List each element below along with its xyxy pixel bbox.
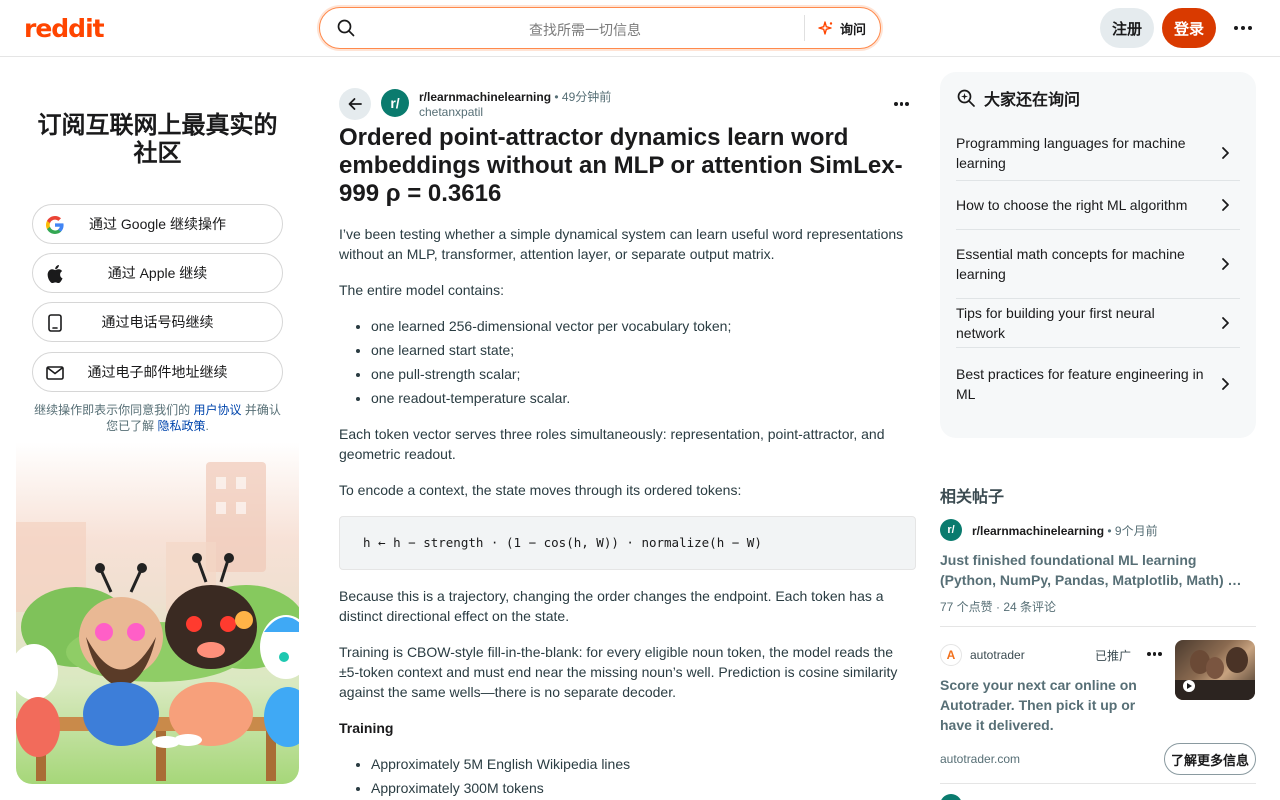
promoted-label: 已推广 <box>1095 649 1132 663</box>
post-author[interactable]: chetanxpatil <box>419 105 483 119</box>
related-post-time: • 9个月前 <box>1107 524 1158 538</box>
ask-question-item[interactable]: Best practices for feature engineering i… <box>956 348 1240 420</box>
related-subreddit-avatar[interactable] <box>940 794 962 800</box>
ask-button[interactable]: 询问 <box>818 19 866 38</box>
mail-icon <box>45 363 65 383</box>
related-post-title[interactable]: Just finished foundational ML learning (… <box>940 550 1250 590</box>
meta-separator: · <box>996 600 1001 614</box>
search-icon <box>337 19 355 37</box>
post-paragraph: I’ve been testing whether a simple dynam… <box>339 226 904 262</box>
sparkle-icon <box>818 20 833 35</box>
ad-advertiser[interactable]: autotrader <box>970 648 1025 662</box>
ask-question-text: Best practices for feature engineering i… <box>956 366 1204 402</box>
phone-continue-label: 通过电话号码继续 <box>101 314 214 330</box>
search-divider <box>804 15 805 41</box>
autotrader-logo-icon[interactable]: A <box>940 644 962 666</box>
related-post-comments: 24 条评论 <box>1003 600 1057 614</box>
phone-icon <box>45 313 65 333</box>
training-list: Approximately 5M English Wikipedia lines… <box>371 754 916 798</box>
post-paragraph: Training is CBOW-style fill-in-the-blank… <box>339 644 898 700</box>
ask-label: 询问 <box>839 22 866 37</box>
related-post-subreddit-line: r/learnmachinelearning • 9个月前 <box>972 522 1158 539</box>
learn-more-button[interactable]: 了解更多信息 <box>1164 743 1256 775</box>
related-post-meta: 77 个点赞 · 24 条评论 <box>940 598 1056 615</box>
ask-question-item[interactable]: Tips for building your first neural netw… <box>956 299 1240 348</box>
signup-button[interactable]: 注册 <box>1100 8 1154 48</box>
family-photo-image <box>1175 647 1255 700</box>
search-sparkle-icon <box>957 89 975 107</box>
post-paragraph: Because this is a trajectory, changing t… <box>339 588 884 624</box>
related-subreddit-link[interactable]: r/learnmachinelearning <box>972 524 1104 538</box>
training-heading: Training <box>339 720 394 736</box>
terms-suffix: . <box>205 419 209 433</box>
email-continue-button[interactable]: 通过电子邮件地址继续 <box>32 352 283 392</box>
post-time: • 49分钟前 <box>554 90 612 104</box>
email-continue-label: 通过电子邮件地址继续 <box>87 364 228 380</box>
login-button[interactable]: 登录 <box>1162 8 1216 48</box>
post-more-icon[interactable] <box>894 102 909 106</box>
reddit-logo[interactable]: reddit <box>24 14 105 43</box>
ask-question-item[interactable]: Essential math concepts for machine lear… <box>956 230 1240 299</box>
ask-question-text: Programming languages for machine learni… <box>956 135 1186 171</box>
post-paragraph: To encode a context, the state moves thr… <box>339 482 742 498</box>
post-title: Ordered point-attractor dynamics learn w… <box>339 124 903 207</box>
search-bar[interactable]: 查找所需一切信息 询问 <box>319 7 881 49</box>
chevron-right-icon <box>1222 258 1229 270</box>
subreddit-link[interactable]: r/learnmachinelearning <box>419 90 551 104</box>
ad-thumbnail[interactable] <box>1175 640 1255 700</box>
divider <box>940 626 1256 627</box>
apple-continue-button[interactable]: 通过 Apple 继续 <box>32 253 283 293</box>
model-components-list: one learned 256-dimensional vector per v… <box>371 316 916 408</box>
list-item: one pull-strength scalar; <box>371 364 916 384</box>
related-posts-title: 相关帖子 <box>940 489 1005 506</box>
subreddit-avatar[interactable]: r/ <box>381 89 409 117</box>
google-continue-button[interactable]: 通过 Google 继续操作 <box>32 204 283 244</box>
post-body: I’ve been testing whether a simple dynam… <box>339 224 916 800</box>
post-paragraph: Each token vector serves three roles sim… <box>339 426 885 462</box>
chevron-right-icon <box>1222 378 1229 390</box>
list-item: Approximately 5M English Wikipedia lines <box>371 754 916 774</box>
ask-question-item[interactable]: How to choose the right ML algorithm <box>956 181 1240 230</box>
ad-domain[interactable]: autotrader.com <box>940 752 1020 766</box>
people-also-ask-card: 大家还在询问 Programming languages for machine… <box>940 72 1256 438</box>
terms-notice: 继续操作即表示你同意我们的 用户协议 并确认您已了解 隐私政策. <box>32 402 283 434</box>
list-item: one readout-temperature scalar. <box>371 388 916 408</box>
arrow-left-icon <box>348 98 362 110</box>
apple-continue-label: 通过 Apple 继续 <box>107 265 208 281</box>
back-button[interactable] <box>339 88 371 120</box>
top-header: reddit 查找所需一切信息 询问 注册 登录 <box>0 0 1280 57</box>
post-paragraph: The entire model contains: <box>339 282 504 298</box>
related-subreddit-avatar[interactable]: r/ <box>940 519 962 541</box>
chevron-right-icon <box>1222 317 1229 329</box>
privacy-policy-link[interactable]: 隐私政策 <box>158 419 206 433</box>
more-options-icon[interactable] <box>1234 26 1252 30</box>
ad-more-icon[interactable] <box>1147 652 1162 656</box>
chevron-right-icon <box>1222 147 1229 159</box>
google-continue-label: 通过 Google 继续操作 <box>89 216 226 232</box>
terms-prefix: 继续操作即表示你同意我们的 <box>34 403 191 417</box>
user-agreement-link[interactable]: 用户协议 <box>193 403 241 417</box>
list-item: one learned start state; <box>371 340 916 360</box>
ask-question-text: How to choose the right ML algorithm <box>956 197 1188 213</box>
divider <box>940 783 1256 784</box>
ask-question-text: Tips for building your first neural netw… <box>956 305 1155 341</box>
signup-prompt-card: 订阅互联网上最真实的社区 通过 Google 继续操作 通过 Apple 继续 <box>16 72 299 784</box>
ad-title[interactable]: Score your next car online on Autotrader… <box>940 675 1155 735</box>
ask-question-item[interactable]: Programming languages for machine learni… <box>956 126 1240 181</box>
search-input[interactable]: 查找所需一切信息 <box>380 20 790 40</box>
list-item: Approximately 300M tokens <box>371 778 916 798</box>
related-post-votes: 77 个点赞 <box>940 600 993 614</box>
ask-question-text: Essential math concepts for machine lear… <box>956 246 1185 282</box>
code-block: h ← h − strength · (1 − cos(h, W)) · nor… <box>339 516 916 570</box>
people-also-ask-header: 大家还在询问 <box>956 86 1080 110</box>
chevron-right-icon <box>1222 199 1229 211</box>
phone-continue-button[interactable]: 通过电话号码继续 <box>32 302 283 342</box>
people-also-ask-title: 大家还在询问 <box>984 92 1081 109</box>
apple-icon <box>45 264 65 284</box>
signup-card-title: 订阅互联网上最真实的社区 <box>37 112 278 167</box>
snoo-characters-illustration <box>16 462 299 781</box>
post-subreddit-line: r/learnmachinelearning • 49分钟前 <box>419 88 611 105</box>
google-icon <box>45 215 65 235</box>
list-item: one learned 256-dimensional vector per v… <box>371 316 916 336</box>
